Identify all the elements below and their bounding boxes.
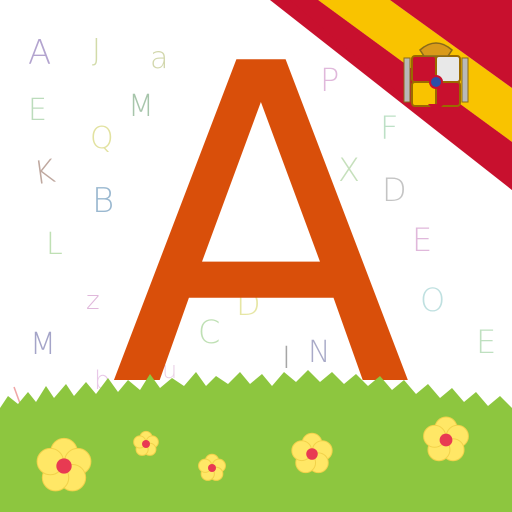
- grass-meadow: [0, 370, 512, 512]
- app-icon: AJaEMQKBLzMIbuCDINPFXDEOE A: [0, 0, 512, 512]
